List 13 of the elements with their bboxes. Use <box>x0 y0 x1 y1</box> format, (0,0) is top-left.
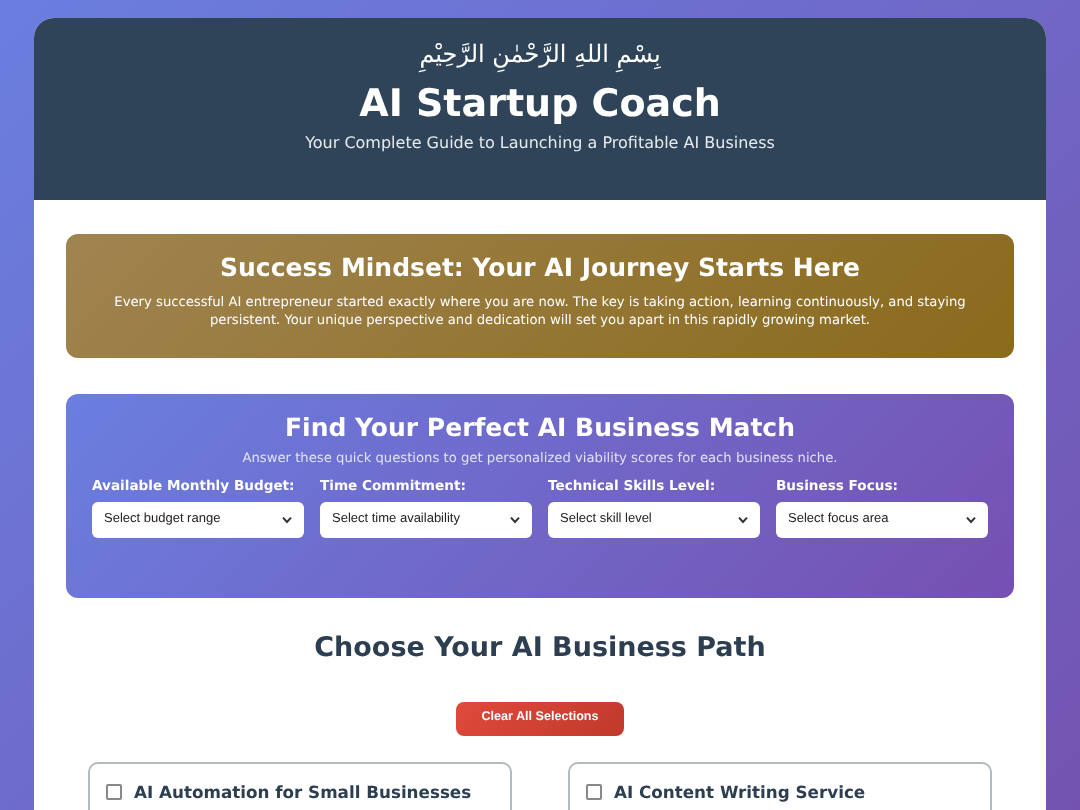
chevron-down-icon <box>966 515 976 524</box>
chevron-down-icon <box>282 515 292 524</box>
business-option-label: AI Content Writing Service <box>614 779 866 803</box>
business-option-label: AI Automation for Small Businesses <box>134 779 472 803</box>
match-title: Find Your Perfect AI Business Match <box>285 416 795 441</box>
chevron-down-icon <box>738 515 748 524</box>
checkbox[interactable] <box>106 783 122 799</box>
app-title: AI Startup Coach <box>359 86 721 124</box>
app-subtitle: Your Complete Guide to Launching a Profitable AI Business <box>305 136 775 152</box>
mindset-title: Success Mindset: Your AI Journey Starts Here <box>220 256 860 281</box>
checkbox[interactable] <box>586 783 602 799</box>
section-title: Choose Your AI Business Path <box>314 636 766 663</box>
chevron-down-icon <box>510 515 520 524</box>
